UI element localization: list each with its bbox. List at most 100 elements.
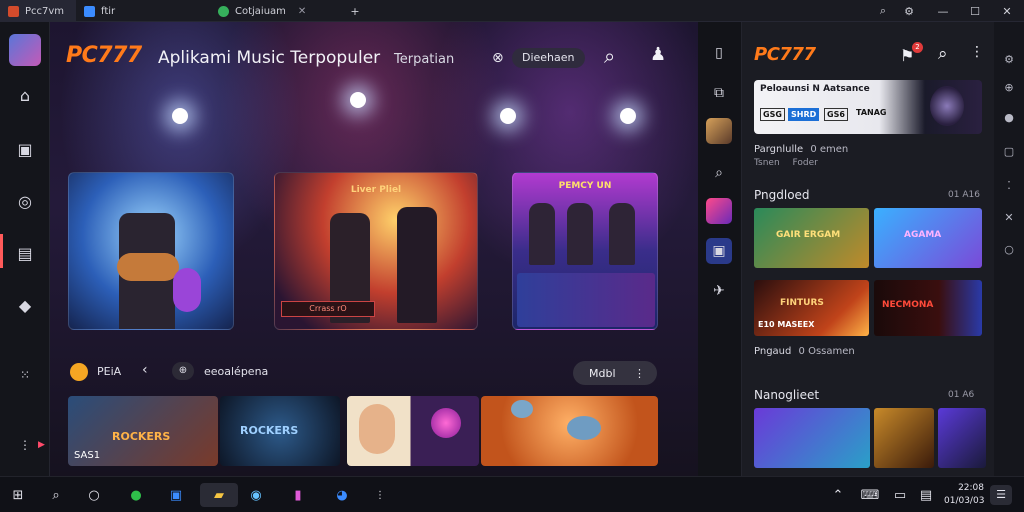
search-icon[interactable]: ⌕ xyxy=(604,44,615,68)
tile-title: AGAMA xyxy=(904,230,942,240)
maximize-icon[interactable]: ☐ xyxy=(960,0,990,22)
expand-icon[interactable]: ⋮ xyxy=(12,432,38,458)
circle-icon[interactable]: ○ xyxy=(82,483,106,507)
creature-eye-image xyxy=(567,416,601,440)
folder-icon[interactable]: ▣ xyxy=(12,136,38,162)
tile-title: GAIR ERGAM xyxy=(776,230,841,240)
discover-pill[interactable]: Dieehaen xyxy=(512,48,585,68)
plus-icon[interactable]: + xyxy=(340,0,370,22)
kebab-icon[interactable]: ⋮ xyxy=(970,44,984,60)
search-icon[interactable]: ⌕ xyxy=(938,44,948,64)
more-dots-icon[interactable]: ⋮ xyxy=(368,483,392,507)
game-icon[interactable]: ◆ xyxy=(12,292,38,318)
filter-chip[interactable]: eeoalépena xyxy=(204,365,268,378)
power-icon[interactable]: ○ xyxy=(1002,242,1016,256)
record-icon[interactable]: ● xyxy=(1002,110,1016,124)
stage-light-decoration xyxy=(500,108,516,124)
close-icon[interactable]: ✕ xyxy=(992,0,1022,22)
utility-rail: ⚙ ⊕ ● ▢ ⁚ ✕ ○ xyxy=(994,22,1024,476)
gear-icon[interactable]: ⚙ xyxy=(894,0,924,22)
keyboard-icon[interactable]: ⌨ xyxy=(858,483,882,507)
folder-icon[interactable]: ▰ xyxy=(200,483,238,507)
action-center-icon[interactable]: ☰ xyxy=(990,485,1012,505)
media-icon[interactable]: ▮ xyxy=(286,483,310,507)
document-icon[interactable]: ▤ xyxy=(12,240,38,266)
tab-favicon-icon xyxy=(8,5,19,17)
tile-hooded[interactable] xyxy=(938,408,986,468)
store-icon[interactable]: ▣ xyxy=(164,483,188,507)
chrome-icon[interactable]: ● xyxy=(124,483,148,507)
section-meta: 01 A16 xyxy=(948,190,980,200)
meta-line-3: Pngaud 0 Ossamen xyxy=(754,346,855,357)
crosshair-icon[interactable]: ⊕ xyxy=(1002,80,1016,94)
tab-ftir[interactable]: ftir xyxy=(76,0,208,22)
document-icon[interactable]: ▯ xyxy=(706,40,732,66)
browser-titlebar: Pcc7vm ftir Cotjaiuam ✕ + ⌕ ⚙ — ☐ ✕ xyxy=(0,0,1024,22)
grid-icon[interactable]: ⁚ xyxy=(1002,178,1016,192)
grid-icon[interactable]: ⁙ xyxy=(12,362,38,388)
tile-title: FINTURS xyxy=(780,298,824,308)
battery-icon[interactable]: ▭ xyxy=(888,483,912,507)
edge-icon[interactable]: ◕ xyxy=(330,483,354,507)
promo-banner[interactable]: Peloaunsi N Aatsance GSG SHRD GS6 TANAG xyxy=(754,80,982,134)
band-member-figure xyxy=(529,203,555,265)
more-button-label: Mdbl xyxy=(589,366,616,380)
chip-icon[interactable]: ⊕ xyxy=(172,362,194,380)
clock[interactable]: 22:08 01/03/03 xyxy=(944,482,984,508)
banner-band[interactable]: PEMCY UN xyxy=(512,172,658,330)
close-tab-icon[interactable]: ✕ xyxy=(298,6,306,17)
banner-concert[interactable]: Liver Pliel Crrass rO xyxy=(274,172,478,330)
banner-guitarist[interactable] xyxy=(68,172,234,330)
meta-line-2: Tsnen Foder xyxy=(754,158,818,168)
subtitle-link[interactable]: Terpatian xyxy=(394,52,454,67)
section-title[interactable]: Nanoglieet xyxy=(754,388,819,402)
meta-title: Pargnlulle xyxy=(754,144,804,155)
notification-icon[interactable]: ▤ xyxy=(914,483,938,507)
creature-eye-image xyxy=(511,400,533,418)
minimize-icon[interactable]: — xyxy=(928,0,958,22)
tile-red-monster[interactable]: NECMONA xyxy=(874,280,982,336)
section-title[interactable]: Pngdloed xyxy=(754,188,810,202)
band-member-figure xyxy=(567,203,593,265)
tab-cotjaiuam[interactable]: Cotjaiuam ✕ xyxy=(210,0,340,22)
tile-rockers[interactable]: ROCKERS SAS1 xyxy=(68,396,218,466)
band-poster-grid xyxy=(517,273,655,327)
arrow-right-icon[interactable]: ▶ xyxy=(38,440,45,450)
search-icon[interactable]: ⌕ xyxy=(44,483,68,507)
chevron-up-icon[interactable]: ⌃ xyxy=(826,483,850,507)
more-button[interactable]: Mdbl ⋮ xyxy=(573,361,657,385)
settings-icon[interactable]: ⚙ xyxy=(1002,52,1016,66)
app-avatar[interactable] xyxy=(706,118,732,144)
search-icon[interactable]: ⌕ xyxy=(706,160,732,186)
refresh-icon[interactable]: ◎ xyxy=(12,188,38,214)
tile-fire-fights[interactable]: FINTURS E10 MASEEX xyxy=(754,280,869,336)
panel-brand-logo[interactable]: PC777 xyxy=(754,44,816,65)
brand-logo[interactable]: PC777 xyxy=(66,43,142,68)
headphones-icon[interactable]: ⊗ xyxy=(492,50,504,66)
app-tile-icon[interactable]: ▣ xyxy=(706,238,732,264)
tile-cartoon[interactable] xyxy=(347,396,479,466)
tile-heroes[interactable] xyxy=(754,408,870,468)
share-icon[interactable]: ⧉ xyxy=(706,80,732,106)
home-icon[interactable]: ⌂ xyxy=(12,82,38,108)
plane-icon[interactable]: ✈ xyxy=(706,278,732,304)
tile-rock-concert[interactable]: ROCKERS xyxy=(220,396,340,466)
promo-chip: GSG xyxy=(760,108,785,121)
clock-time: 22:08 xyxy=(958,483,984,493)
promo-chip: GS6 xyxy=(824,108,848,121)
circle-app-icon[interactable]: ◉ xyxy=(244,483,268,507)
tile-orange-creature[interactable] xyxy=(481,396,658,466)
chevron-left-icon[interactable]: ‹ xyxy=(142,362,148,378)
category-label[interactable]: PEiA xyxy=(97,365,121,378)
user-icon[interactable]: ♟ xyxy=(650,44,666,65)
meta-sub: Foder xyxy=(792,158,818,168)
window-icon[interactable]: ▢ xyxy=(1002,144,1016,158)
windows-icon[interactable]: ⊞ xyxy=(6,483,30,507)
close-icon[interactable]: ✕ xyxy=(1002,210,1016,224)
tile-game-remix[interactable]: GAIR ERGAM xyxy=(754,208,869,268)
tile-warrior[interactable] xyxy=(874,408,934,468)
tile-blue-fantasy[interactable]: AGAMA xyxy=(874,208,982,268)
tab-pc777[interactable]: Pcc7vm xyxy=(0,0,76,22)
avatar[interactable] xyxy=(9,34,41,66)
app-avatar[interactable] xyxy=(706,198,732,224)
